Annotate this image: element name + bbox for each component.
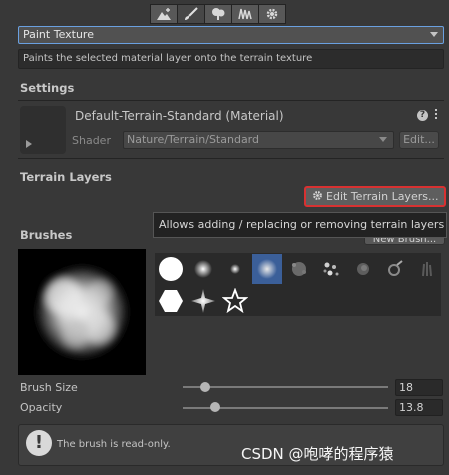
smudge-brush[interactable] [348,254,378,284]
opacity-field[interactable]: 13.8 [395,399,443,416]
brush-size-slider-handle[interactable] [200,382,210,392]
edit-shader-button[interactable]: Edit... [399,131,439,149]
paint-details-icon[interactable] [231,4,259,24]
brush-size-slider[interactable] [183,386,388,388]
opacity-label: Opacity [20,401,63,414]
help-icon[interactable]: ? [417,110,428,121]
small-dot-brush[interactable] [220,254,250,284]
material-name: Default-Terrain-Standard (Material) [75,109,284,123]
tool-mode-value: Paint Texture [23,28,94,41]
paint-brush-icon[interactable] [177,4,205,24]
brush-preview [18,249,146,375]
shader-value: Nature/Terrain/Standard [127,133,259,146]
gear-icon[interactable] [258,4,286,24]
scatter-brush[interactable] [316,254,346,284]
brushes-heading: Brushes [20,228,73,242]
watermark: CSDN @咆哮的程序猿 [241,445,394,463]
brush-list [155,253,441,316]
material-preview-thumbnail[interactable] [20,106,66,154]
hexagon-brush[interactable] [156,286,186,316]
divider [18,100,444,101]
star-outline-brush[interactable] [220,286,250,316]
edit-terrain-layers-button[interactable]: Edit Terrain Layers... [304,186,446,207]
paint-trees-icon[interactable] [204,4,232,24]
terrain-tool-bar [150,4,286,24]
burst-brush[interactable] [380,254,410,284]
brush-size-label: Brush Size [20,381,78,394]
info-message: The brush is read-only. [57,439,171,450]
divider [18,158,444,159]
chevron-down-icon [379,137,387,142]
settings-heading: Settings [20,81,75,95]
kebab-menu-icon[interactable] [435,109,438,121]
edit-terrain-layers-label: Edit Terrain Layers... [326,190,439,203]
soft-dot-brush[interactable] [188,254,218,284]
terrain-layers-heading: Terrain Layers [20,170,112,184]
splatter-brush[interactable] [284,254,314,284]
cloud-brush[interactable] [252,254,282,284]
play-icon [26,140,32,148]
shader-label: Shader [72,134,111,147]
grass-brush[interactable] [412,254,442,284]
tool-mode-dropdown[interactable]: Paint Texture [18,26,444,44]
shader-dropdown[interactable]: Nature/Terrain/Standard [123,131,394,149]
raise-lower-terrain-icon[interactable] [150,4,178,24]
gear-icon [312,188,323,205]
opacity-slider-handle[interactable] [210,402,220,412]
brush-size-field[interactable]: 18 [395,379,443,396]
tooltip: Allows adding / replacing or removing te… [153,212,447,238]
tool-description: Paints the selected material layer onto … [18,49,444,69]
circle-brush[interactable] [156,254,186,284]
info-icon: ! [26,430,52,456]
chevron-down-icon [430,32,438,37]
star-burst-brush[interactable] [188,286,218,316]
